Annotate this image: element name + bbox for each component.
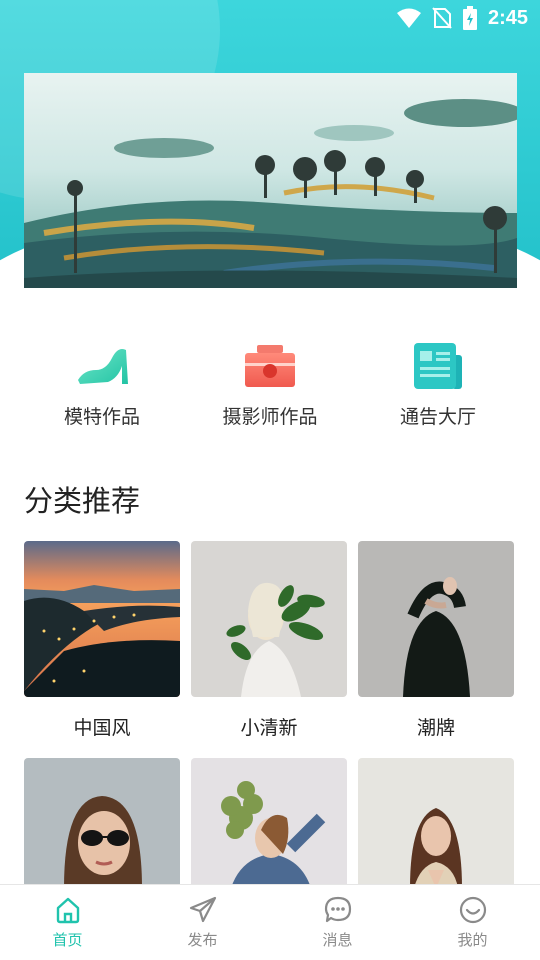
category-thumbnail	[191, 758, 347, 888]
notice-board-icon	[408, 340, 468, 392]
no-sim-icon	[432, 7, 452, 29]
status-time: 2:45	[487, 6, 528, 29]
category-thumbnail	[358, 758, 514, 888]
quick-entry-label: 摄影师作品	[222, 407, 318, 428]
bottom-navigation: 首页 发布 消息 我的	[0, 884, 540, 960]
category-label: 潮牌	[416, 718, 455, 739]
home-icon	[56, 897, 79, 924]
quick-entry-label: 模特作品	[63, 407, 140, 428]
nav-label: 我的	[457, 932, 488, 949]
paper-plane-icon	[189, 896, 216, 923]
category-label: 小清新	[240, 718, 298, 739]
wifi-icon	[396, 8, 421, 28]
nav-messages[interactable]: 消息	[288, 895, 388, 950]
camera-icon	[240, 340, 300, 392]
category-label: 中国风	[73, 718, 131, 739]
section-title: 分类推荐	[24, 486, 141, 518]
category-card[interactable]: 小清新	[191, 541, 347, 761]
nav-home[interactable]: 首页	[18, 895, 118, 950]
category-card[interactable]: 中国风	[24, 541, 180, 761]
category-thumbnail	[24, 541, 180, 697]
nav-mine[interactable]: 我的	[423, 895, 523, 950]
quick-entry-label: 通告大厅	[399, 407, 476, 428]
category-card[interactable]: 潮牌	[358, 541, 514, 761]
quick-entry-notice-hall[interactable]: 通告大厅	[363, 340, 513, 440]
category-thumbnail	[24, 758, 180, 888]
nav-publish[interactable]: 发布	[153, 895, 253, 950]
landscape-photo	[24, 73, 517, 288]
category-thumbnail	[191, 541, 347, 697]
battery-icon	[462, 6, 477, 30]
quick-entry-row: 模特作品 摄影师作品 通告大厅	[0, 340, 540, 440]
nav-label: 消息	[322, 932, 353, 949]
banner-image[interactable]	[24, 73, 517, 288]
chat-bubble-icon	[324, 896, 351, 923]
smile-icon	[459, 896, 486, 924]
quick-entry-model-works[interactable]: 模特作品	[27, 340, 177, 440]
nav-label: 发布	[187, 932, 218, 949]
nav-label: 首页	[52, 932, 83, 949]
high-heel-icon	[72, 340, 132, 392]
status-bar: 2:45	[0, 0, 540, 36]
quick-entry-photographer-works[interactable]: 摄影师作品	[195, 340, 345, 440]
category-thumbnail	[358, 541, 514, 697]
